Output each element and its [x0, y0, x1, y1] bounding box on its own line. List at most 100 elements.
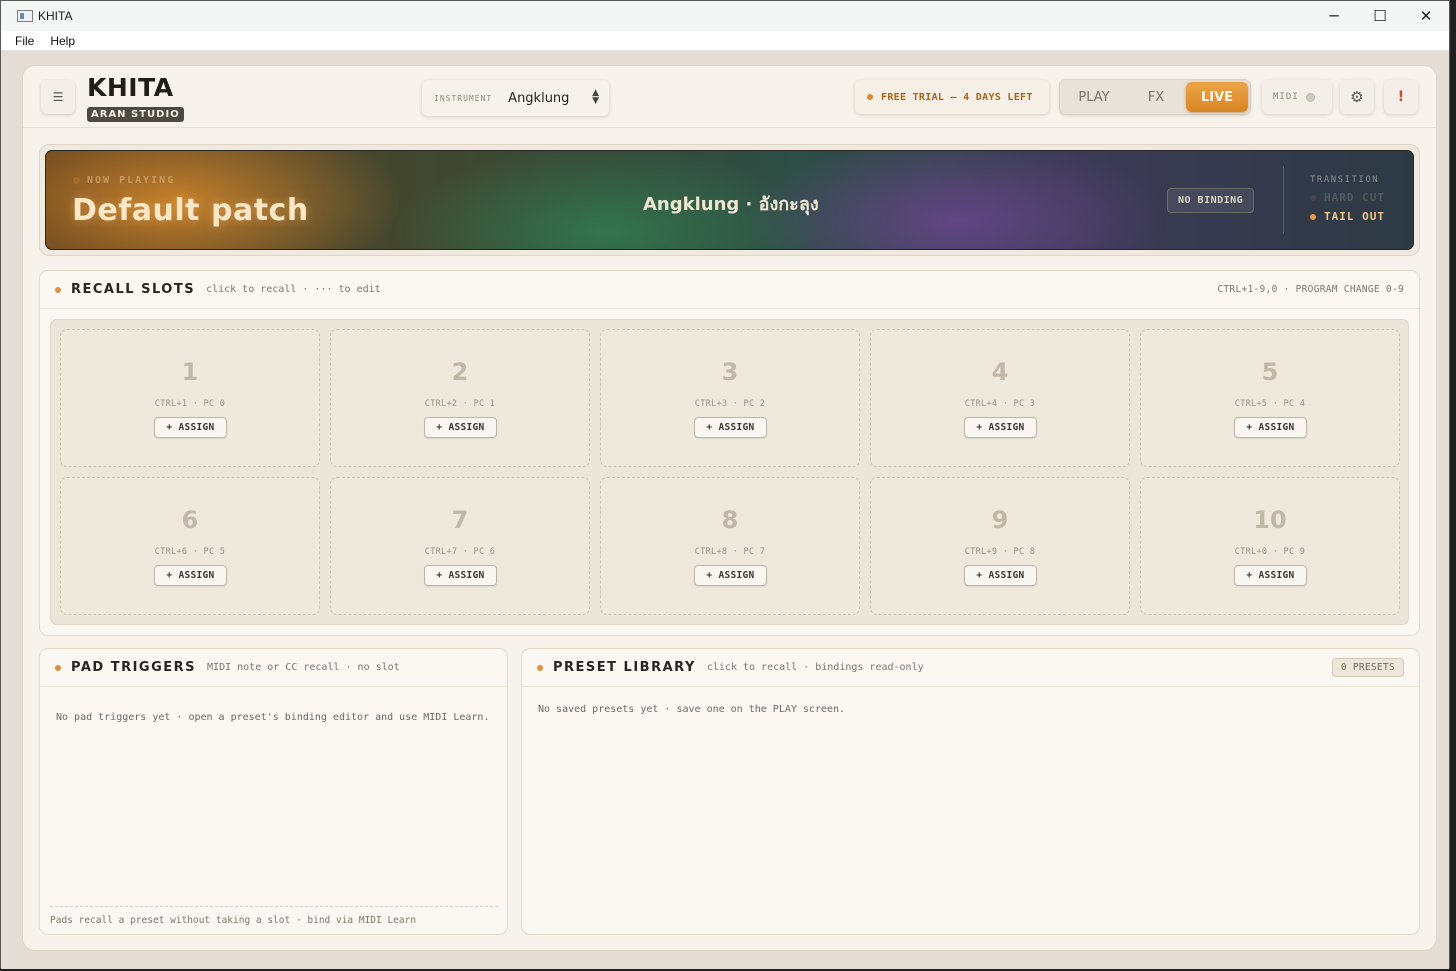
assign-button[interactable]: + ASSIGN [424, 565, 497, 586]
recall-slots-title: RECALL SLOTS [71, 282, 196, 297]
alert-icon[interactable]: ! [1384, 80, 1418, 114]
close-button[interactable]: ✕ [1403, 1, 1449, 31]
preset-library-title: PRESET LIBRARY [553, 660, 696, 675]
recall-slot-4[interactable]: 4 CTRL+4 · PC 3 + ASSIGN [870, 329, 1130, 467]
midi-status-button[interactable]: MIDI [1262, 80, 1332, 114]
pad-triggers-subtitle: MIDI note or CC recall · no slot [207, 662, 400, 673]
slot-shortcut: CTRL+1 · PC 0 [154, 399, 226, 409]
pad-triggers-title: PAD TRIGGERS [71, 660, 197, 675]
hamburger-menu-icon[interactable]: ☰ [41, 80, 75, 114]
slot-shortcut: CTRL+5 · PC 4 [1234, 399, 1306, 409]
mode-live-button[interactable]: LIVE [1186, 82, 1248, 112]
maximize-button[interactable]: ☐ [1357, 1, 1403, 31]
app-window: KHITA ─ ☐ ✕ File Help ☰ KHITA ARAN STUDI… [0, 0, 1450, 969]
mode-switcher: PLAY FX LIVE [1059, 79, 1251, 115]
recall-slot-9[interactable]: 9 CTRL+9 · PC 8 + ASSIGN [870, 477, 1130, 615]
preset-library-header: PRESET LIBRARY click to recall · binding… [522, 649, 1419, 687]
assign-button[interactable]: + ASSIGN [154, 417, 227, 438]
recall-slots-shortcut-hint: CTRL+1-9,0 · PROGRAM CHANGE 0-9 [1217, 284, 1404, 295]
recall-slot-1[interactable]: 1 CTRL+1 · PC 0 + ASSIGN [60, 329, 320, 467]
now-playing-label-text: NOW PLAYING [87, 175, 176, 186]
window-title: KHITA [38, 9, 73, 23]
menu-file[interactable]: File [7, 34, 42, 48]
slot-shortcut: CTRL+2 · PC 1 [424, 399, 496, 409]
slot-number: 2 [451, 358, 469, 386]
assign-button[interactable]: + ASSIGN [424, 417, 497, 438]
recall-slots-panel: RECALL SLOTS click to recall · ··· to ed… [39, 270, 1420, 636]
transition-label: TRANSITION [1310, 175, 1380, 185]
slot-shortcut: CTRL+7 · PC 6 [424, 547, 496, 557]
minimize-button[interactable]: ─ [1311, 1, 1357, 31]
slot-shortcut: CTRL+6 · PC 5 [154, 547, 226, 557]
slot-shortcut: CTRL+0 · PC 9 [1234, 547, 1306, 557]
settings-gear-icon[interactable]: ⚙ [1340, 80, 1374, 114]
now-playing-frame: NOW PLAYING Default patch Angklung · อัง… [39, 144, 1420, 256]
recall-slots-header: RECALL SLOTS click to recall · ··· to ed… [40, 271, 1419, 309]
slot-shortcut: CTRL+9 · PC 8 [964, 547, 1036, 557]
preset-library-subtitle: click to recall · bindings read-only [706, 662, 924, 673]
transition-option-label: HARD CUT [1324, 191, 1385, 204]
radio-dot-icon [1310, 213, 1316, 220]
menu-bar: File Help [1, 31, 1449, 51]
recall-slot-7[interactable]: 7 CTRL+7 · PC 6 + ASSIGN [330, 477, 590, 615]
title-bar[interactable]: KHITA ─ ☐ ✕ [1, 1, 1449, 31]
trial-badge[interactable]: FREE TRIAL — 4 DAYS LEFT [855, 80, 1049, 114]
recall-slot-8[interactable]: 8 CTRL+8 · PC 7 + ASSIGN [600, 477, 860, 615]
slot-shortcut: CTRL+4 · PC 3 [964, 399, 1036, 409]
slot-number: 3 [721, 358, 739, 386]
preset-library-panel: PRESET LIBRARY click to recall · binding… [521, 648, 1420, 935]
client-area: ☰ KHITA ARAN STUDIO INSTRUMENT Angklung … [1, 51, 1449, 969]
recall-slot-5[interactable]: 5 CTRL+5 · PC 4 + ASSIGN [1140, 329, 1400, 467]
assign-button[interactable]: + ASSIGN [694, 417, 767, 438]
transition-selector: TRANSITION HARD CUT TAIL OUT [1310, 175, 1385, 223]
instrument-label: INSTRUMENT [434, 93, 493, 103]
slot-shortcut: CTRL+8 · PC 7 [694, 547, 766, 557]
assign-button[interactable]: + ASSIGN [1234, 565, 1307, 586]
select-arrows-icon: ▲ ▼ [592, 88, 599, 106]
recall-slot-2[interactable]: 2 CTRL+2 · PC 1 + ASSIGN [330, 329, 590, 467]
instrument-select[interactable]: INSTRUMENT Angklung ▲ ▼ [422, 80, 609, 116]
recall-slots-subtitle: click to recall · ··· to edit [206, 284, 381, 295]
pad-triggers-header: PAD TRIGGERS MIDI note or CC recall · no… [40, 649, 507, 687]
slot-number: 8 [721, 506, 739, 534]
app-window-icon [17, 10, 33, 22]
transition-option-hard-cut[interactable]: HARD CUT [1310, 191, 1385, 204]
section-dot-icon [55, 664, 61, 671]
slot-number: 1 [181, 358, 199, 386]
pad-triggers-footer: Pads recall a preset without taking a sl… [50, 906, 498, 926]
radio-dot-icon [1310, 194, 1316, 201]
menu-help[interactable]: Help [42, 34, 83, 48]
now-playing-dot-icon [73, 177, 80, 184]
recall-slot-6[interactable]: 6 CTRL+6 · PC 5 + ASSIGN [60, 477, 320, 615]
trial-dot-icon [867, 94, 873, 100]
recall-slot-3[interactable]: 3 CTRL+3 · PC 2 + ASSIGN [600, 329, 860, 467]
current-patch-name: Default patch [72, 193, 309, 228]
assign-button[interactable]: + ASSIGN [964, 565, 1037, 586]
slot-number: 6 [181, 506, 199, 534]
preset-library-empty-message: No saved presets yet · save one on the P… [538, 704, 846, 715]
mode-play-button[interactable]: PLAY [1062, 82, 1126, 112]
current-instrument-name: Angklung · อังกะลุง [643, 194, 819, 215]
assign-button[interactable]: + ASSIGN [154, 565, 227, 586]
now-playing-banner: NOW PLAYING Default patch Angklung · อัง… [45, 150, 1414, 250]
transition-option-label: TAIL OUT [1324, 210, 1385, 223]
transition-option-tail-out[interactable]: TAIL OUT [1310, 210, 1385, 223]
window-controls: ─ ☐ ✕ [1311, 1, 1449, 31]
assign-button[interactable]: + ASSIGN [694, 565, 767, 586]
slot-shortcut: CTRL+3 · PC 2 [694, 399, 766, 409]
slot-number: 7 [451, 506, 469, 534]
mode-fx-button[interactable]: FX [1126, 82, 1186, 112]
slot-number: 5 [1261, 358, 1279, 386]
binding-badge[interactable]: NO BINDING [1167, 188, 1255, 213]
section-dot-icon [537, 664, 543, 671]
instrument-value: Angklung [508, 90, 570, 106]
assign-button[interactable]: + ASSIGN [1234, 417, 1307, 438]
now-playing-label: NOW PLAYING [73, 175, 175, 186]
logo: KHITA ARAN STUDIO [87, 74, 184, 122]
assign-button[interactable]: + ASSIGN [964, 417, 1037, 438]
midi-label: MIDI [1273, 92, 1299, 102]
recall-slot-10[interactable]: 10 CTRL+0 · PC 9 + ASSIGN [1140, 477, 1400, 615]
pad-triggers-panel: PAD TRIGGERS MIDI note or CC recall · no… [39, 648, 508, 935]
pad-triggers-empty-message: No pad triggers yet · open a preset's bi… [56, 712, 490, 723]
section-dot-icon [55, 286, 61, 293]
